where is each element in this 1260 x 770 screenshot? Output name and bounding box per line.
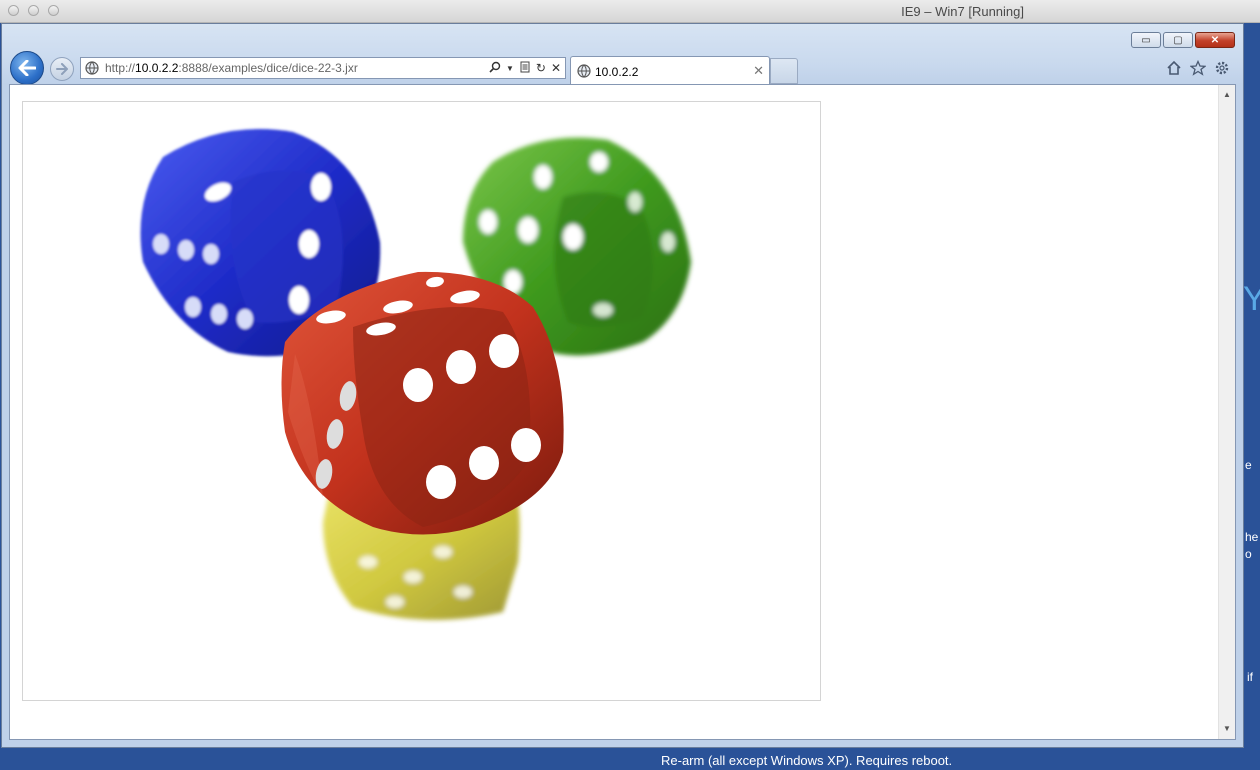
- minimize-button[interactable]: ▭: [1131, 32, 1161, 48]
- globe-icon: [85, 61, 99, 75]
- desktop-text-fragment: Y: [1243, 280, 1260, 318]
- vertical-scrollbar[interactable]: ▲ ▼: [1218, 85, 1235, 739]
- url-host: 10.0.2.2: [135, 61, 179, 75]
- home-icon[interactable]: [1165, 59, 1183, 77]
- close-button[interactable]: ✕: [1195, 32, 1235, 48]
- chevron-down-icon[interactable]: ▼: [506, 64, 514, 73]
- command-icons: [1165, 59, 1231, 77]
- compatibility-view-icon[interactable]: [519, 61, 531, 76]
- desktop-text-fragment: if: [1247, 670, 1253, 684]
- desktop-text-fragment: o: [1245, 547, 1252, 561]
- url-scheme: http://: [105, 61, 136, 75]
- tab-active[interactable]: 10.0.2.2 ✕: [570, 56, 770, 84]
- star-icon[interactable]: [1189, 59, 1207, 77]
- gear-icon[interactable]: [1213, 59, 1231, 77]
- dice-illustration: [140, 129, 691, 620]
- desktop-bottom-text: Re-arm (all except Windows XP). Requires…: [661, 753, 953, 768]
- desktop-text-fragment: e: [1245, 458, 1252, 472]
- arrow-left-icon: [18, 60, 36, 76]
- refresh-icon[interactable]: ↻: [536, 61, 546, 75]
- vm-window-titlebar: IE9 – Win7 [Running]: [0, 0, 1260, 23]
- desktop-text-fragment: he: [1245, 530, 1259, 544]
- scroll-up-icon[interactable]: ▲: [1219, 87, 1235, 103]
- close-icon[interactable]: ✕: [753, 63, 764, 79]
- stop-icon[interactable]: ✕: [551, 61, 561, 75]
- back-button[interactable]: [10, 51, 44, 85]
- dice-image: [22, 101, 821, 701]
- tab-label: 10.0.2.2: [595, 65, 639, 79]
- red-die: [281, 271, 564, 535]
- search-icon[interactable]: [489, 61, 501, 76]
- address-bar[interactable]: http://10.0.2.2:8888/examples/dice/dice-…: [80, 57, 566, 79]
- page-viewport: ▲ ▼: [9, 84, 1236, 740]
- forward-button[interactable]: [50, 57, 74, 81]
- arrow-right-icon: [56, 63, 68, 75]
- window-controls: ▭ ▢ ✕: [1129, 32, 1235, 50]
- address-tools: ▼ ↻ ✕: [489, 60, 561, 76]
- url-path: :8888/examples/dice/dice-22-3.jxr: [178, 61, 358, 75]
- vm-window-title: IE9 – Win7 [Running]: [901, 4, 1024, 19]
- address-url[interactable]: http://10.0.2.2:8888/examples/dice/dice-…: [105, 61, 358, 75]
- scroll-down-icon[interactable]: ▼: [1219, 721, 1235, 737]
- globe-icon: [577, 64, 591, 78]
- new-tab-button[interactable]: [770, 58, 798, 84]
- restore-button[interactable]: ▢: [1163, 32, 1193, 48]
- browser-window: ▭ ▢ ✕ http://10.0.2.2:8888/examples/dice…: [1, 23, 1244, 748]
